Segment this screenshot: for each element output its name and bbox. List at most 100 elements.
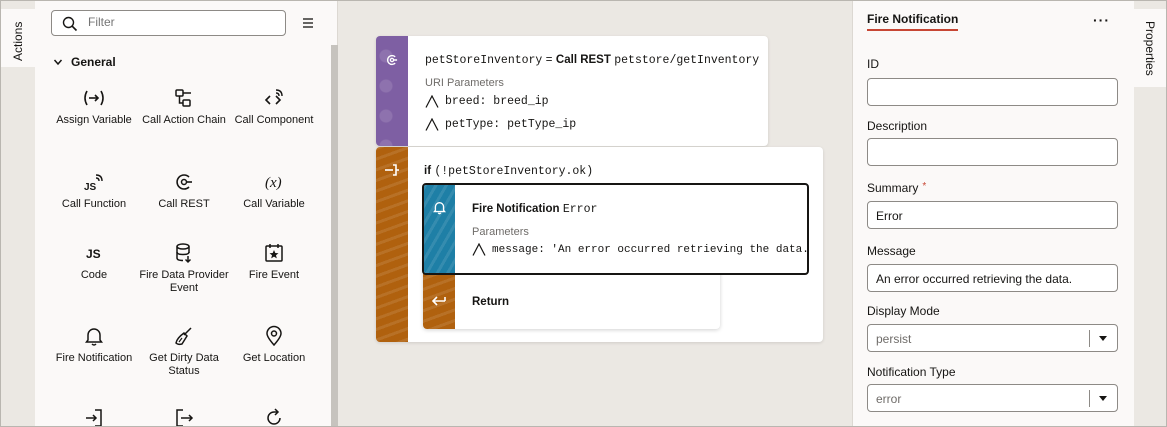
return-icon [431, 296, 446, 306]
tab-actions-label: Actions [11, 21, 25, 61]
palette-item-label: Get Dirty Data Status [149, 352, 219, 377]
select-divider [1089, 390, 1090, 407]
svg-text:(x): (x) [265, 175, 282, 191]
param-breed: breed: breed_ip [425, 95, 549, 108]
required-indicator: * [922, 181, 927, 192]
display-mode-label: Display Mode [867, 304, 940, 318]
parameters-title: Parameters [472, 226, 529, 238]
right-tab-strip: Properties [1134, 1, 1166, 426]
notification-type-select[interactable]: error [867, 384, 1118, 412]
refresh-icon [267, 408, 281, 425]
call-rest-node-band [376, 36, 408, 146]
palette-item-label: Call Component [234, 114, 314, 126]
palette-item-call-variable[interactable]: (x) Call Variable [229, 169, 319, 211]
palette-item-partial-1[interactable] [49, 405, 139, 426]
parameter-icon [472, 243, 486, 256]
palette-item-label: Call REST [158, 198, 210, 210]
palette-item-code[interactable]: JS Code [49, 240, 139, 282]
fire-event-icon [265, 244, 283, 262]
fire-notification-title: Fire Notification [472, 203, 560, 215]
id-label: ID [867, 57, 879, 71]
bell-icon [433, 202, 446, 215]
hamburger-menu-icon[interactable] [301, 16, 315, 30]
palette-item-get-dirty-data-status[interactable]: Get Dirty Data Status [139, 323, 229, 378]
palette-item-label: Fire Data Provider Event [139, 269, 229, 294]
fire-notification-node[interactable]: Fire Notification Error Parameters messa… [422, 183, 809, 275]
palette-item-call-function[interactable]: JS Call Function [49, 169, 139, 211]
palette-item-call-rest[interactable]: Call REST [139, 169, 229, 211]
actions-palette: General Assign Variable Call Action Chai… [35, 1, 338, 426]
palette-item-label: Assign Variable [56, 114, 132, 126]
assign-variable-icon [84, 90, 104, 106]
palette-item-fire-notification[interactable]: Fire Notification [49, 323, 139, 365]
palette-item-partial-2[interactable] [139, 405, 229, 426]
summary-field[interactable]: Error [867, 201, 1118, 229]
filter-input[interactable] [88, 15, 278, 29]
search-icon [62, 16, 78, 32]
notification-type-label: Notification Type [867, 365, 956, 379]
if-node-band [376, 147, 408, 342]
filter-field[interactable] [51, 10, 286, 36]
call-rest-variable: petStoreInventory [425, 54, 543, 67]
call-rest-action: Call REST [555, 54, 611, 66]
tab-actions[interactable]: Actions [1, 9, 35, 67]
location-pin-icon [266, 325, 282, 347]
caret-down-icon[interactable] [1099, 396, 1107, 401]
tab-properties-label: Properties [1143, 21, 1157, 76]
action-chain-canvas: petStoreInventory = Call REST petstore/g… [338, 1, 852, 426]
palette-item-get-location[interactable]: Get Location [229, 323, 319, 365]
if-condition: if (!petStoreInventory.ok) [424, 163, 593, 178]
if-expression: (!petStoreInventory.ok) [434, 165, 594, 178]
palette-item-label: Call Function [61, 198, 127, 210]
navigate-icon [176, 409, 194, 426]
chevron-down-icon [53, 59, 63, 66]
palette-item-label: Fire Notification [55, 352, 133, 364]
call-component-icon [264, 89, 283, 105]
palette-item-label: Call Action Chain [142, 114, 226, 126]
group-general-header[interactable]: General [53, 55, 116, 69]
palette-item-call-component[interactable]: Call Component [229, 85, 319, 127]
palette-item-assign-variable[interactable]: Assign Variable [49, 85, 139, 127]
fire-notification-summary: Error [562, 203, 598, 216]
caret-down-icon[interactable] [1099, 336, 1107, 341]
description-field[interactable] [867, 138, 1118, 166]
return-label: Return [472, 296, 510, 308]
id-field[interactable] [867, 78, 1118, 106]
palette-item-fire-data-provider-event[interactable]: Fire Data Provider Event [139, 240, 229, 295]
call-rest-heading: petStoreInventory = Call REST petstore/g… [425, 52, 759, 67]
palette-item-label: Call Variable [243, 198, 305, 210]
palette-scrollbar[interactable] [331, 45, 338, 426]
svg-text:JS: JS [84, 182, 97, 193]
palette-item-label: Fire Event [248, 269, 300, 281]
call-rest-equals: = [545, 54, 553, 67]
group-general-label: General [71, 55, 116, 69]
call-rest-icon [386, 54, 398, 66]
call-variable-icon: (x) [265, 175, 282, 191]
bell-icon [85, 328, 103, 346]
fire-notification-node-band [424, 185, 455, 273]
fire-notification-heading: Fire Notification Error [472, 201, 597, 216]
param-pet-type: petType: petType_ip [425, 118, 576, 131]
call-rest-endpoint: petstore/getInventory [614, 54, 760, 67]
more-options-button[interactable]: ··· [1093, 12, 1110, 28]
palette-item-label: Code [80, 269, 108, 281]
call-rest-node[interactable]: petStoreInventory = Call REST petstore/g… [376, 36, 768, 146]
fire-data-provider-event-icon [176, 243, 192, 264]
palette-item-fire-event[interactable]: Fire Event [229, 240, 319, 282]
properties-title[interactable]: Fire Notification [867, 12, 959, 31]
uri-parameters-title: URI Parameters [425, 77, 504, 89]
if-keyword: if [424, 165, 432, 177]
code-icon: JS [86, 247, 101, 261]
properties-panel: Fire Notification ··· ID Description Sum… [852, 1, 1134, 426]
palette-item-call-action-chain[interactable]: Call Action Chain [139, 85, 229, 127]
display-mode-select[interactable]: persist [867, 324, 1118, 352]
message-label: Message [867, 244, 916, 258]
svg-text:JS: JS [86, 247, 101, 261]
select-divider [1089, 330, 1090, 347]
palette-item-partial-3[interactable] [229, 405, 319, 426]
message-field[interactable]: An error occurred retrieving the data. [867, 264, 1118, 292]
app-frame: Actions General Assign Variable Call Act… [0, 0, 1167, 427]
tab-properties[interactable]: Properties [1134, 9, 1166, 87]
description-label: Description [867, 119, 928, 133]
call-action-chain-icon [175, 89, 191, 107]
